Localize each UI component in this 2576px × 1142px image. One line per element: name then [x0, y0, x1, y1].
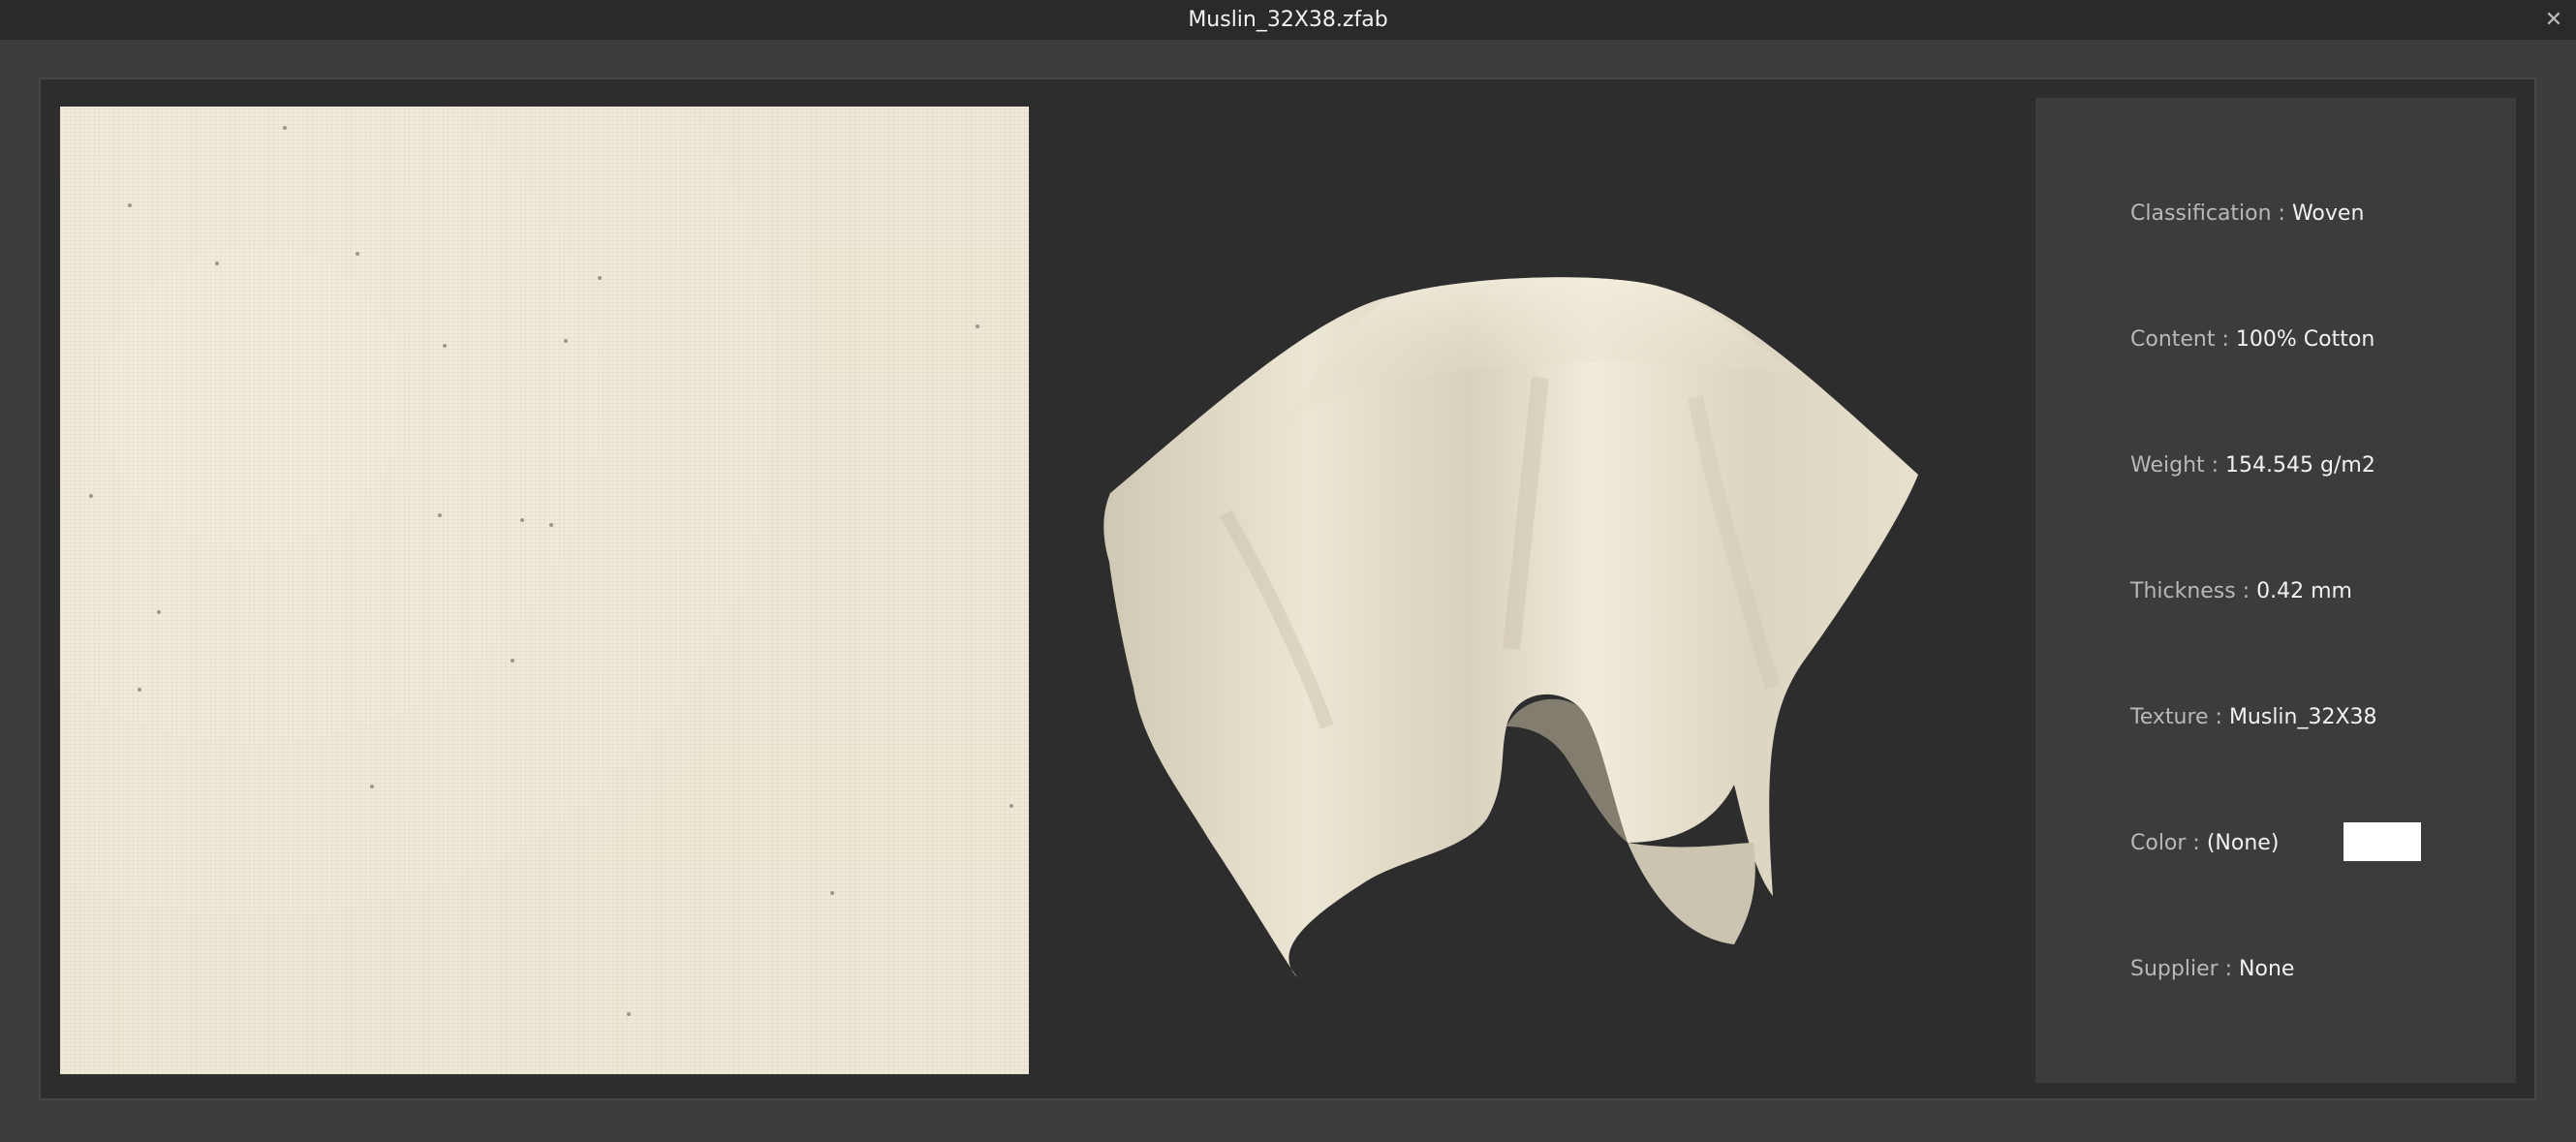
classification-label: Classification : — [2130, 201, 2292, 226]
fabric-drape-preview — [1103, 277, 1918, 978]
title-bar: Muslin_32X38.zfab ✕ — [0, 0, 2576, 40]
close-icon[interactable]: ✕ — [2539, 6, 2568, 35]
color-swatch-chip[interactable] — [2343, 822, 2421, 861]
weight-value: 154.545 g/m2 — [2225, 453, 2375, 478]
fabric-swatch-image — [60, 107, 1029, 1074]
content-row: Content : 100% Cotton — [2130, 321, 2374, 359]
supplier-row: Supplier : None — [2130, 950, 2294, 989]
supplier-label: Supplier : — [2130, 957, 2240, 981]
texture-row: Texture : Muslin_32X38 — [2130, 698, 2377, 737]
weight-label: Weight : — [2130, 453, 2226, 478]
supplier-value: None — [2239, 957, 2295, 981]
window-title: Muslin_32X38.zfab — [1188, 8, 1388, 32]
thickness-label: Thickness : — [2130, 579, 2257, 603]
weight-row: Weight : 154.545 g/m2 — [2130, 447, 2375, 485]
content-value: 100% Cotton — [2235, 327, 2375, 352]
thickness-row: Thickness : 0.42 mm — [2130, 572, 2352, 611]
thickness-value: 0.42 mm — [2256, 579, 2352, 603]
classification-value: Woven — [2291, 201, 2365, 226]
color-row: Color : (None) — [2130, 824, 2279, 863]
color-label: Color : — [2130, 831, 2207, 855]
fabric-info-panel: Classification : Woven Content : 100% Co… — [2035, 98, 2516, 1083]
texture-label: Texture : — [2130, 705, 2229, 729]
texture-value: Muslin_32X38 — [2228, 705, 2377, 729]
classification-row: Classification : Woven — [2130, 195, 2364, 233]
content-label: Content : — [2130, 327, 2236, 352]
color-value: (None) — [2206, 831, 2280, 855]
